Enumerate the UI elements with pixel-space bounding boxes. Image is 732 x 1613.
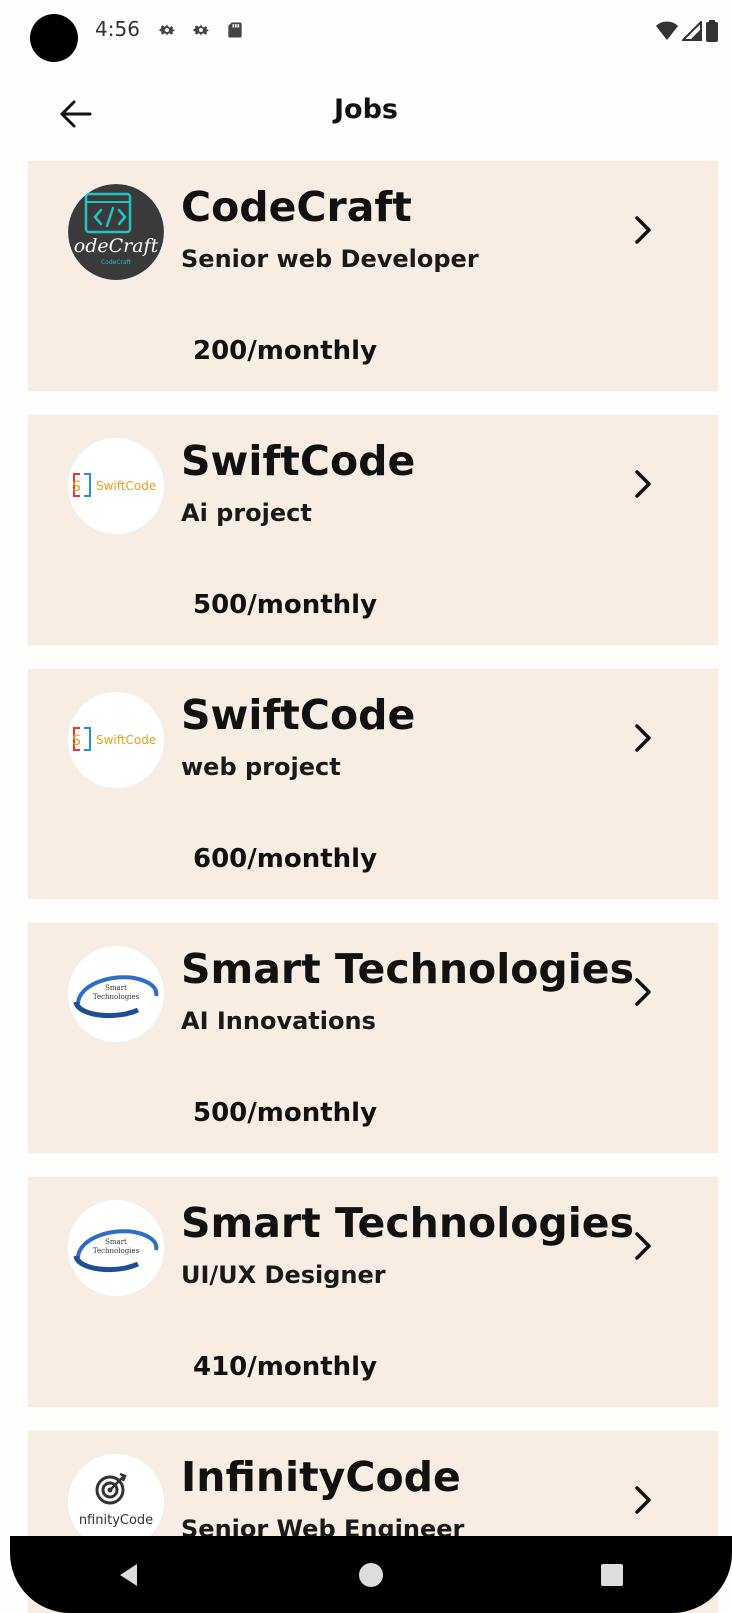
svg-text:Technologies: Technologies — [93, 993, 140, 1001]
status-notification-icons — [157, 20, 245, 40]
back-triangle-icon[interactable] — [115, 1560, 145, 1590]
gear-icon — [159, 24, 175, 36]
company-name: Smart Technologies — [181, 945, 635, 993]
home-circle-icon[interactable] — [356, 1560, 386, 1590]
salary: 200/monthly — [193, 336, 378, 366]
svg-text:S: S — [72, 479, 81, 495]
codecraft-logo-text: CodeCraft — [101, 259, 132, 266]
job-card[interactable]: Smart Technologies Smart Technologies AI… — [28, 923, 718, 1153]
gear-icon — [193, 24, 209, 36]
jobs-screen: 4:56 Jobs odeCraft CodeCraft CodeCraft S… — [0, 0, 732, 1613]
job-title: AI Innovations — [181, 1007, 376, 1035]
company-name: InfinityCode — [181, 1453, 461, 1501]
signal-icon — [682, 21, 702, 41]
job-card[interactable]: S SwiftCode SwiftCode Ai project 500/mon… — [28, 415, 718, 645]
chevron-right-icon — [635, 1486, 651, 1514]
battery-icon — [706, 20, 718, 42]
svg-text:Technologies: Technologies — [93, 1247, 140, 1255]
job-title: Ai project — [181, 499, 312, 527]
chevron-right-icon — [635, 216, 651, 244]
company-name: CodeCraft — [181, 183, 412, 231]
svg-text:Smart: Smart — [105, 1238, 127, 1246]
wifi-icon — [656, 21, 678, 40]
svg-text:nfinityCode: nfinityCode — [79, 1513, 153, 1528]
salary: 600/monthly — [193, 844, 378, 874]
page-title: Jobs — [334, 94, 398, 125]
salary: 500/monthly — [193, 590, 378, 620]
camera-cutout — [30, 14, 78, 62]
job-card[interactable]: S SwiftCode SwiftCode web project 600/mo… — [28, 669, 718, 899]
swiftcode-logo: S SwiftCode — [67, 437, 165, 535]
smart-technologies-logo: Smart Technologies — [67, 1199, 165, 1297]
company-name: Smart Technologies — [181, 1199, 635, 1247]
smart-technologies-logo: Smart Technologies — [67, 945, 165, 1043]
status-time: 4:56 — [95, 17, 140, 41]
job-card[interactable]: odeCraft CodeCraft CodeCraft Senior web … — [28, 161, 718, 391]
sd-card-icon — [228, 22, 242, 38]
swiftcode-logo: S SwiftCode — [67, 691, 165, 789]
status-bar: 4:56 — [0, 0, 732, 62]
svg-text:Smart: Smart — [105, 984, 127, 992]
job-list: odeCraft CodeCraft CodeCraft Senior web … — [28, 161, 718, 1613]
status-system-icons — [656, 20, 718, 42]
job-title: UI/UX Designer — [181, 1261, 386, 1289]
system-nav-bar — [10, 1536, 732, 1613]
chevron-right-icon — [635, 724, 651, 752]
job-title: web project — [181, 753, 341, 781]
company-name: SwiftCode — [181, 437, 416, 485]
codecraft-logo: odeCraft CodeCraft — [67, 183, 165, 281]
recents-square-icon[interactable] — [597, 1560, 627, 1590]
chevron-right-icon — [635, 470, 651, 498]
company-name: SwiftCode — [181, 691, 416, 739]
chevron-right-icon — [635, 1232, 651, 1260]
salary: 410/monthly — [193, 1352, 378, 1382]
svg-text:odeCraft: odeCraft — [74, 235, 159, 257]
swiftcode-logo-text: SwiftCode — [96, 733, 156, 747]
app-header: Jobs — [0, 80, 732, 144]
swiftcode-logo-text: SwiftCode — [96, 479, 156, 493]
job-title: Senior web Developer — [181, 245, 479, 273]
svg-text:S: S — [72, 733, 81, 749]
job-card[interactable]: Smart Technologies Smart Technologies UI… — [28, 1177, 718, 1407]
chevron-right-icon — [635, 978, 651, 1006]
salary: 500/monthly — [193, 1098, 378, 1128]
